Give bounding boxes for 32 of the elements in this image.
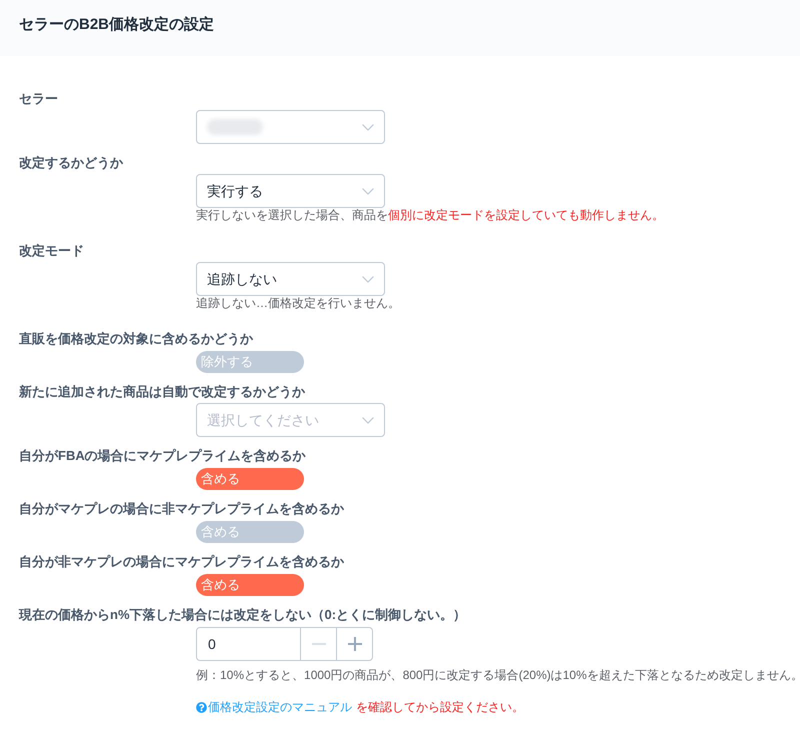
toggle-switch[interactable]: 含める bbox=[196, 574, 304, 596]
field-label: 自分がFBAの場合にマケプレプライムを含めるか bbox=[19, 447, 306, 465]
field-label: 自分が非マケプレの場合にマケプレプライムを含めるか bbox=[19, 553, 344, 571]
field-label: 新たに追加された商品は自動で改定するかどうか bbox=[19, 383, 305, 401]
help-text: 実行しないを選択した場合、商品を個別に改定モードを設定していても動作しません。 bbox=[196, 208, 664, 222]
increment-button[interactable] bbox=[337, 627, 373, 661]
chevron-down-icon bbox=[362, 124, 374, 130]
chevron-down-icon bbox=[362, 276, 374, 282]
dropdown[interactable]: 選択してください bbox=[196, 403, 385, 437]
field-label: 改定するかどうか bbox=[19, 154, 123, 172]
dropdown[interactable]: 追跡しない bbox=[196, 262, 385, 296]
plus-icon bbox=[348, 637, 362, 651]
manual-link[interactable]: 価格改定設定のマニュアル bbox=[208, 698, 352, 716]
field-label: 自分がマケプレの場合に非マケプレプライムを含めるか bbox=[19, 500, 344, 518]
toggle-switch[interactable]: 除外する bbox=[196, 351, 304, 373]
chevron-down-icon bbox=[362, 188, 374, 194]
help-text: 例：10%とすると、1000円の商品が、800円に改定する場合(20%)は10%を超えた下落となるため改定しません。 bbox=[196, 667, 800, 683]
dropdown[interactable] bbox=[196, 110, 385, 144]
dropdown[interactable]: 実行する bbox=[196, 174, 385, 208]
number-input[interactable]: 0 bbox=[196, 627, 301, 661]
help-icon bbox=[196, 702, 207, 712]
toggle-switch[interactable]: 含める bbox=[196, 468, 304, 490]
chevron-down-icon bbox=[362, 416, 374, 424]
field-label: 現在の価格からn%下落した場合には改定をしない（0:とくに制御しない。） bbox=[19, 606, 466, 624]
page-title: セラーのB2B価格改定の設定 bbox=[19, 15, 214, 35]
field-label: セラー bbox=[19, 90, 58, 108]
help-text: 追跡しない…価格改定を行いません。 bbox=[196, 296, 400, 310]
toggle-switch[interactable]: 含める bbox=[196, 521, 304, 543]
field-label: 直販を価格改定の対象に含めるかどうか bbox=[19, 330, 253, 348]
minus-icon bbox=[312, 643, 326, 645]
manual-notice-text: を確認してから設定ください。 bbox=[356, 699, 524, 716]
field-label: 改定モード bbox=[19, 242, 84, 260]
